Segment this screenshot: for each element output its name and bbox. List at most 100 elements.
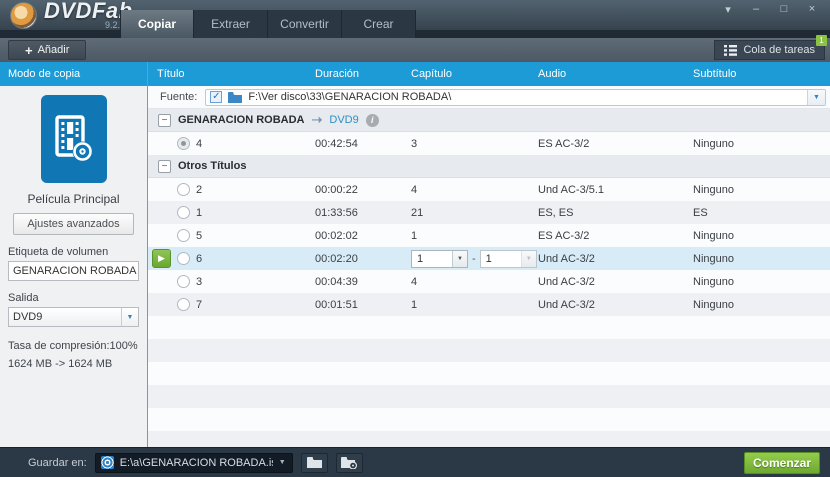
radio-unselected[interactable]	[177, 229, 190, 242]
title-cell: 5	[148, 229, 315, 242]
group-row-others: − Otros Títulos	[148, 155, 830, 178]
window-menu-icon[interactable]: ▾	[722, 3, 734, 16]
audio-cell: ES AC-3/2	[538, 230, 693, 242]
audio-cell: ES AC-3/2	[538, 138, 693, 150]
start-button[interactable]: Comenzar	[744, 452, 820, 474]
output-selected-value: DVD9	[13, 311, 42, 323]
table-row-title-5[interactable]: 5 00:02:02 1 ES AC-3/2 Ninguno	[148, 224, 830, 247]
advanced-settings-button[interactable]: Ajustes avanzados	[13, 213, 133, 235]
title-cell: 2	[148, 183, 315, 196]
column-header-subtitulo: Subtítulo	[693, 68, 830, 80]
chevron-down-icon: ▼	[452, 251, 467, 267]
browse-folder-button[interactable]	[301, 453, 328, 473]
chevron-down-icon: ▼	[521, 251, 536, 267]
queue-button-label: Cola de tareas	[743, 44, 815, 56]
compression-size-text: 1624 MB -> 1624 MB	[8, 358, 139, 370]
title-cell: 4	[148, 137, 315, 150]
iso-disc-icon	[101, 456, 114, 469]
title-cell: 7	[148, 298, 315, 311]
title-cell: 3	[148, 275, 315, 288]
info-icon[interactable]: i	[366, 114, 379, 127]
copy-mode-sidebar: Modo de copia Película Princip	[0, 62, 148, 447]
source-dropdown-icon[interactable]: ▼	[807, 90, 825, 105]
source-checkbox[interactable]: ✓	[210, 91, 222, 103]
tab-crear[interactable]: Crear	[342, 10, 416, 38]
source-combobox[interactable]: ✓ F:\Ver disco\33\GENARACION ROBADA\ ▼	[205, 89, 826, 106]
chevron-down-icon[interactable]: ▼	[279, 459, 287, 466]
radio-selected[interactable]	[177, 137, 190, 150]
chapter-from-select[interactable]: 1 ▼	[411, 250, 468, 268]
folder-icon	[228, 92, 242, 103]
radio-unselected[interactable]	[177, 298, 190, 311]
task-queue-button[interactable]: Cola de tareas	[714, 40, 825, 60]
duration-cell: 00:02:20	[315, 253, 411, 265]
table-row-title-4[interactable]: 4 00:42:54 3 ES AC-3/2 Ninguno	[148, 132, 830, 155]
audio-cell: Und AC-3/2	[538, 299, 693, 311]
subtitle-cell: Ninguno	[693, 299, 830, 311]
chapter-from-value: 1	[417, 253, 423, 265]
compression-rate-text: Tasa de compresión:100%	[8, 340, 139, 352]
radio-unselected[interactable]	[177, 183, 190, 196]
group-target-link[interactable]: DVD9	[329, 114, 358, 126]
radio-unselected[interactable]	[177, 252, 190, 265]
collapse-icon[interactable]: −	[158, 114, 171, 127]
minimize-icon[interactable]: –	[750, 3, 762, 16]
radio-unselected[interactable]	[177, 206, 190, 219]
browse-disc-folder-button[interactable]	[336, 453, 363, 473]
duration-cell: 01:33:56	[315, 207, 411, 219]
save-to-label: Guardar en:	[28, 457, 87, 469]
main-movie-mode-card[interactable]	[41, 95, 107, 183]
filmstrip-disc-icon	[53, 115, 95, 163]
volume-label-input[interactable]: GENARACION ROBADA	[8, 261, 139, 281]
chapter-to-select[interactable]: 1 ▼	[480, 250, 537, 268]
table-row-title-6[interactable]: ▶ 6 00:02:20 1 ▼ - 1 ▼ Un	[148, 247, 830, 270]
save-path-combobox[interactable]: E:\a\GENARACION ROBADA.iso ▼	[95, 453, 293, 473]
volume-label-caption: Etiqueta de volumen	[8, 246, 139, 258]
column-header-capitulo: Capítulo	[411, 68, 538, 80]
table-row-title-1[interactable]: 1 01:33:56 21 ES, ES ES	[148, 201, 830, 224]
tab-copiar[interactable]: Copiar	[120, 10, 194, 38]
range-dash: -	[472, 253, 476, 265]
chapter-cell: 4	[411, 184, 538, 196]
table-row-title-7[interactable]: 7 00:01:51 1 Und AC-3/2 Ninguno	[148, 293, 830, 316]
output-select[interactable]: DVD9 ▼	[8, 307, 139, 327]
chapter-range-cell: 1 ▼ - 1 ▼	[411, 250, 538, 268]
subtitle-cell: ES	[693, 207, 830, 219]
footer-bar: Guardar en: E:\a\GENARACION ROBADA.iso ▼…	[0, 447, 830, 477]
column-header-duracion: Duración	[315, 68, 411, 80]
group-name: Otros Títulos	[178, 160, 246, 172]
audio-cell: Und AC-3/2	[538, 276, 693, 288]
table-row-title-2[interactable]: 2 00:00:22 4 Und AC-3/5.1 Ninguno	[148, 178, 830, 201]
tab-extraer[interactable]: Extraer	[194, 10, 268, 38]
empty-rows-area	[148, 316, 830, 447]
folder-icon	[307, 457, 322, 468]
queue-count-badge: 1	[816, 35, 827, 46]
add-source-button[interactable]: + Añadir	[8, 40, 86, 60]
close-icon[interactable]: ×	[806, 3, 818, 16]
app-logo: DVDFab 9.2.3.9	[0, 0, 133, 30]
group-name: GENARACION ROBADA	[178, 114, 305, 126]
title-cell: 6	[148, 252, 315, 265]
duration-cell: 00:04:39	[315, 276, 411, 288]
audio-cell: Und AC-3/2	[538, 253, 693, 265]
chapter-cell: 1	[411, 299, 538, 311]
mascot-icon	[10, 2, 37, 29]
chevron-down-icon: ▼	[121, 308, 138, 326]
tab-convertir[interactable]: Convertir	[268, 10, 342, 38]
main-content: Modo de copia Película Princip	[0, 62, 830, 447]
subtitle-cell: Ninguno	[693, 230, 830, 242]
folder-disc-icon	[341, 457, 357, 469]
radio-unselected[interactable]	[177, 275, 190, 288]
preview-play-button[interactable]: ▶	[152, 249, 171, 268]
window-controls: ▾ – □ ×	[722, 3, 818, 16]
title-number: 6	[196, 253, 202, 265]
table-row-title-3[interactable]: 3 00:04:39 4 Und AC-3/2 Ninguno	[148, 270, 830, 293]
audio-cell: ES, ES	[538, 207, 693, 219]
group-row-main: − GENARACION ROBADA ➝ DVD9 i	[148, 109, 830, 132]
table-header-row: Título Duración Capítulo Audio Subtítulo	[148, 62, 830, 86]
maximize-icon[interactable]: □	[778, 3, 790, 16]
title-bar: DVDFab 9.2.3.9 ▾ – □ × Copiar Extraer Co…	[0, 0, 830, 38]
chapter-to-value: 1	[486, 253, 492, 265]
collapse-icon[interactable]: −	[158, 160, 171, 173]
save-path-value: E:\a\GENARACION ROBADA.iso	[120, 457, 273, 469]
